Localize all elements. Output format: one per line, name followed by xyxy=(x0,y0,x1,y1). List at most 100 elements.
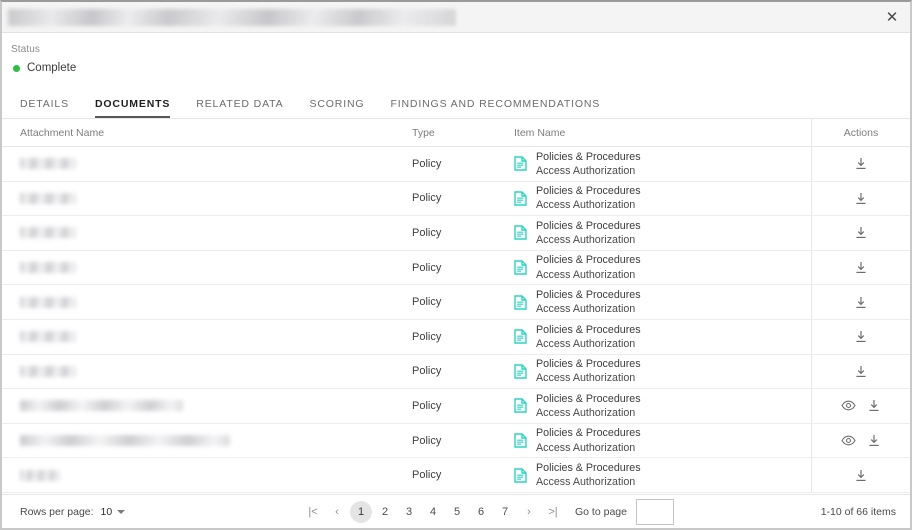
tab-documents[interactable]: DOCUMENTS xyxy=(82,98,183,118)
table-row[interactable]: Policy Policies & Procedures Access Auth… xyxy=(2,181,910,217)
status-badge: Complete xyxy=(27,62,77,74)
document-icon xyxy=(514,156,527,171)
attachment-name-redacted xyxy=(20,227,76,239)
tab-details[interactable]: DETAILS xyxy=(20,98,82,118)
download-icon[interactable] xyxy=(867,433,882,448)
cell-type: Policy xyxy=(412,226,442,239)
tab-findings-and-recommendations[interactable]: FINDINGS AND RECOMMENDATIONS xyxy=(377,98,613,118)
table-row[interactable]: Policy Policies & Procedures Access Auth… xyxy=(2,250,910,286)
cell-type: Policy xyxy=(412,365,442,378)
cell-item-name: Policies & Procedures Access Authorizati… xyxy=(514,355,811,389)
document-icon xyxy=(514,225,527,241)
item-name-title: Policies & Procedures xyxy=(536,150,641,163)
attachment-name-redacted xyxy=(20,435,230,447)
cell-item-name: Policies & Procedures Access Authorizati… xyxy=(514,424,811,458)
pagination-page-5[interactable]: 5 xyxy=(446,501,468,523)
item-name-subtitle: Access Authorization xyxy=(536,268,636,281)
cell-item-name: Policies & Procedures Access Authorizati… xyxy=(514,320,811,354)
pagination-page-6[interactable]: 6 xyxy=(470,501,492,523)
table-row[interactable]: Policy Policies & Procedures Access Auth… xyxy=(2,389,910,424)
pagination-first-button[interactable]: |< xyxy=(302,501,324,523)
cell-item-name: Policies & Procedures Access Authorizati… xyxy=(514,389,811,423)
window-title-redacted xyxy=(8,8,456,26)
download-icon[interactable] xyxy=(854,191,869,206)
document-icon xyxy=(514,467,527,483)
go-to-page-label: Go to page xyxy=(575,505,627,518)
document-icon xyxy=(514,398,527,414)
document-icon xyxy=(514,260,527,275)
status-section: Status Complete xyxy=(2,33,910,74)
item-count-label: 1-10 of 66 items xyxy=(820,505,896,518)
pagination-page-7[interactable]: 7 xyxy=(494,501,516,523)
table-row[interactable]: Policy Policies & Procedures Access Auth… xyxy=(2,423,910,459)
item-name-title: Policies & Procedures xyxy=(536,358,641,371)
pagination-page-1[interactable]: 1 xyxy=(350,500,372,523)
status-label: Status xyxy=(11,44,40,55)
tab-scoring[interactable]: SCORING xyxy=(296,98,377,118)
attachment-name-redacted xyxy=(20,469,60,481)
pagination-page-2[interactable]: 2 xyxy=(374,501,396,523)
pagination-prev-button[interactable]: ‹ xyxy=(326,501,348,523)
tab-bar: DETAILS DOCUMENTS RELATED DATA SCORING F… xyxy=(2,88,910,119)
pagination-next-button[interactable]: › xyxy=(518,501,540,523)
download-icon[interactable] xyxy=(854,225,869,240)
close-icon[interactable]: ✕ xyxy=(880,6,904,29)
chevron-down-icon xyxy=(117,509,126,514)
document-details-window: ✕ Status Complete DETAILS DOCUMENTS RELA… xyxy=(0,0,912,530)
table-row[interactable]: Policy Policies & Procedures Access Auth… xyxy=(2,216,910,251)
attachment-name-redacted xyxy=(20,365,76,377)
go-to-page-input[interactable] xyxy=(635,498,674,525)
tab-related-data[interactable]: RELATED DATA xyxy=(183,98,296,118)
column-header-item-name: Item Name xyxy=(514,126,566,139)
item-name-subtitle: Access Authorization xyxy=(536,337,636,350)
cell-actions xyxy=(811,458,910,492)
download-icon[interactable] xyxy=(867,398,882,413)
item-name-subtitle: Access Authorization xyxy=(536,199,636,212)
preview-icon[interactable] xyxy=(840,433,856,448)
item-name-subtitle: Access Authorization xyxy=(536,164,636,177)
download-icon[interactable] xyxy=(854,364,869,379)
cell-attachment-name xyxy=(2,320,412,354)
table-header-row: Attachment Name Type Item Name Actions xyxy=(2,118,910,147)
item-name-title: Policies & Procedures xyxy=(536,323,641,336)
table-row[interactable]: Policy Policies & Procedures Access Auth… xyxy=(2,147,910,182)
item-name-title: Policies & Procedures xyxy=(536,254,641,267)
cell-attachment-name xyxy=(2,424,412,458)
download-icon[interactable] xyxy=(854,156,869,171)
documents-table: Attachment Name Type Item Name Actions P… xyxy=(2,118,910,493)
table-row[interactable]: Policy Policies & Procedures Access Auth… xyxy=(2,458,910,493)
download-icon[interactable] xyxy=(854,468,869,483)
download-icon[interactable] xyxy=(854,329,869,344)
table-row[interactable]: Policy Policies & Procedures Access Auth… xyxy=(2,319,910,355)
cell-actions xyxy=(811,389,910,423)
cell-type: Policy xyxy=(412,469,442,482)
attachment-name-redacted xyxy=(20,400,183,412)
pagination-page-4[interactable]: 4 xyxy=(422,501,444,523)
cell-item-name: Policies & Procedures Access Authorizati… xyxy=(514,251,811,285)
preview-icon[interactable] xyxy=(840,398,856,413)
pagination: |< ‹ 1 2 3 4 5 6 7 › >| Go to page xyxy=(301,498,674,525)
item-name-subtitle: Access Authorization xyxy=(536,441,636,454)
item-name-subtitle: Access Authorization xyxy=(536,476,636,489)
status-value-row: Complete xyxy=(11,62,910,74)
pagination-page-3[interactable]: 3 xyxy=(398,501,420,523)
item-name-title: Policies & Procedures xyxy=(536,219,641,232)
rows-per-page-control: Rows per page: 10 xyxy=(20,506,126,518)
table-row[interactable]: Policy Policies & Procedures Access Auth… xyxy=(2,354,910,390)
cell-item-name: Policies & Procedures Access Authorizati… xyxy=(514,216,811,250)
pagination-last-button[interactable]: >| xyxy=(542,501,564,523)
cell-type: Policy xyxy=(412,192,442,205)
item-name-subtitle: Access Authorization xyxy=(536,372,636,385)
item-name-title: Policies & Procedures xyxy=(536,289,641,302)
download-icon[interactable] xyxy=(854,260,869,275)
cell-type: Policy xyxy=(412,399,442,412)
table-row[interactable]: Policy Policies & Procedures Access Auth… xyxy=(2,285,910,320)
item-name-title: Policies & Procedures xyxy=(536,427,641,440)
item-name-title: Policies & Procedures xyxy=(536,392,641,405)
cell-actions xyxy=(811,354,910,389)
table-body: Policy Policies & Procedures Access Auth… xyxy=(2,147,910,493)
document-icon xyxy=(514,364,527,379)
download-icon[interactable] xyxy=(854,295,869,310)
rows-per-page-select[interactable]: 10 xyxy=(101,506,126,518)
item-name-title: Policies & Procedures xyxy=(536,185,641,198)
